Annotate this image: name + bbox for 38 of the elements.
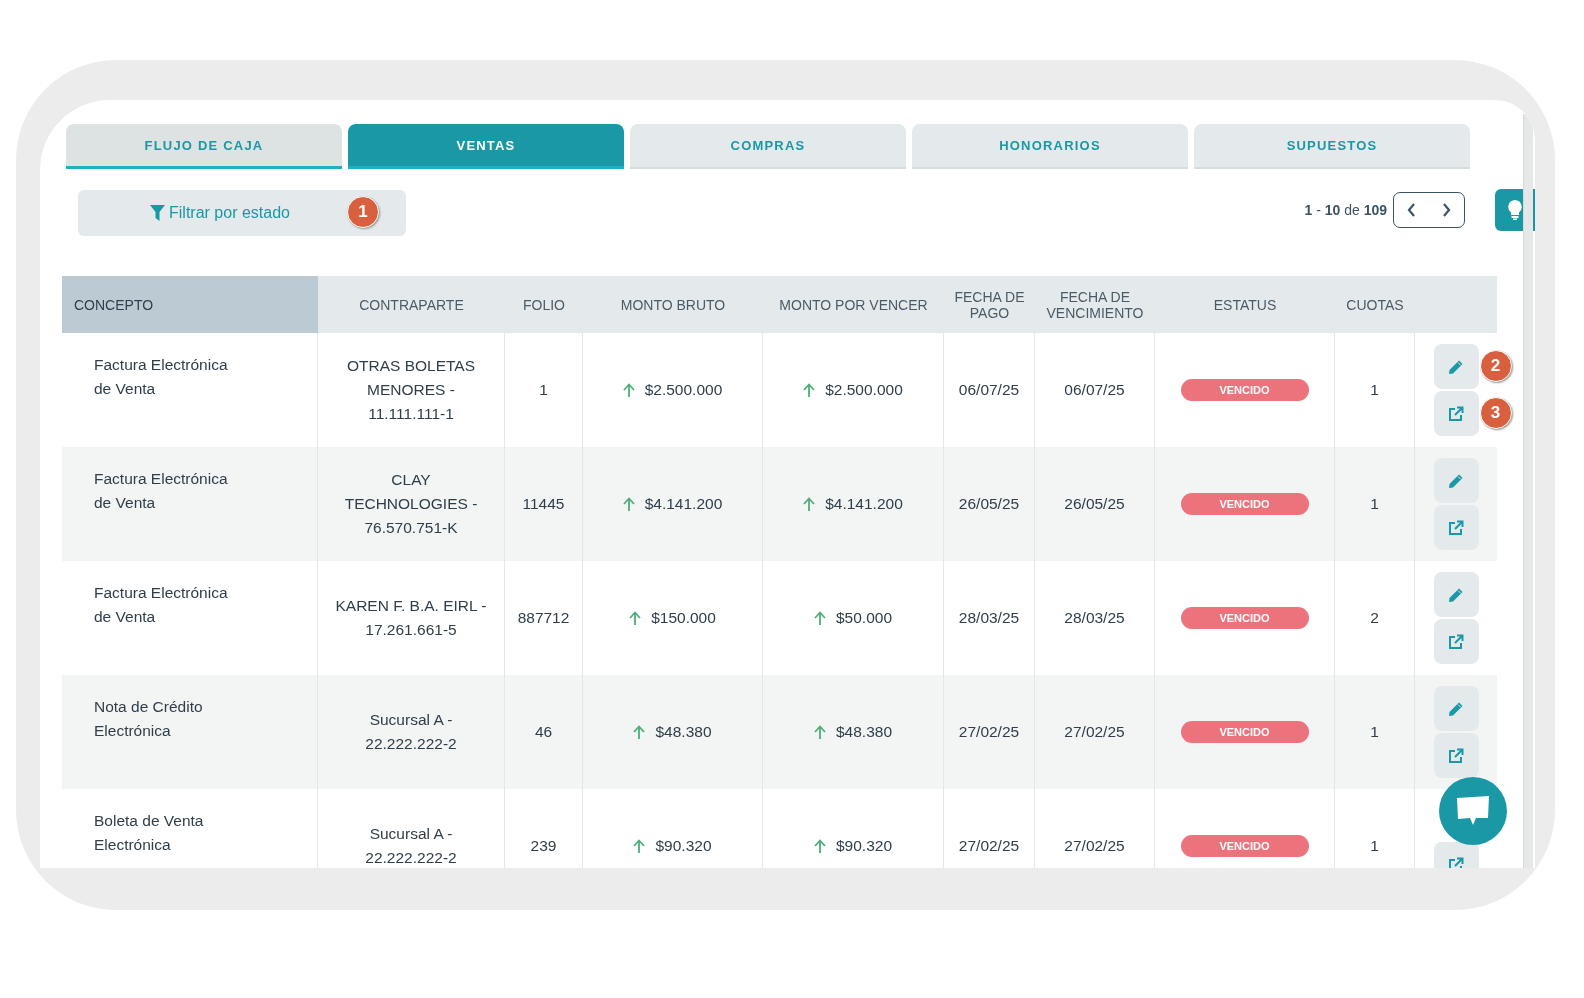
column-header: ESTATUS <box>1212 295 1278 315</box>
amount-text: $2.500.000 <box>825 380 903 400</box>
column-header: FECHA DE VENCIMIENTO <box>1045 287 1145 323</box>
tab[interactable]: FLUJO DE CAJA <box>66 124 342 169</box>
status-badge: VENCIDO <box>1180 493 1309 515</box>
status-badge: VENCIDO <box>1180 835 1309 857</box>
step-badge: 3 <box>1479 397 1512 429</box>
amount-text: $4.141.200 <box>825 494 903 514</box>
amount-text: $4.141.200 <box>644 494 723 514</box>
column-header: CUOTAS <box>1345 295 1405 315</box>
table-cell: 27/02/25 <box>944 789 1035 868</box>
table-cell: Sucursal A - 22.222.222-2 <box>318 789 505 868</box>
table-cell: 1 <box>1335 789 1415 868</box>
table-cell: 239 <box>505 789 583 868</box>
column-header: FECHA DE PAGO <box>953 287 1026 323</box>
amount-text: $48.380 <box>836 722 892 742</box>
amount-text: $50.000 <box>836 608 892 628</box>
column-header: CONCEPTO <box>62 276 318 333</box>
column-header: FOLIO <box>522 295 566 315</box>
status-badge: VENCIDO <box>1180 379 1309 401</box>
tab[interactable]: COMPRAS <box>630 124 906 169</box>
tab[interactable]: VENTAS <box>348 124 624 169</box>
step-badge: 2 <box>1479 350 1512 382</box>
column-header: MONTO POR VENCER <box>778 295 929 315</box>
amount-text: $150.000 <box>651 608 716 628</box>
tab[interactable]: HONORARIOS <box>912 124 1188 169</box>
page-range: 1 - 10 de 109 <box>1304 202 1387 218</box>
amount-text: $90.320 <box>655 836 712 856</box>
tab[interactable]: SUPUESTOS <box>1194 124 1470 169</box>
amount-text: $2.500.000 <box>644 380 723 400</box>
table-cell: Boleta de Venta Electrónica <box>62 789 318 868</box>
amount-text: $90.320 <box>836 836 892 856</box>
column-header: CONTRAPARTE <box>358 295 465 315</box>
table-cell: 27/02/25 <box>1035 789 1155 868</box>
status-badge: VENCIDO <box>1180 721 1309 743</box>
column-header: MONTO BRUTO <box>619 295 727 315</box>
status-badge: VENCIDO <box>1180 607 1309 629</box>
amount-text: $48.380 <box>655 722 712 742</box>
